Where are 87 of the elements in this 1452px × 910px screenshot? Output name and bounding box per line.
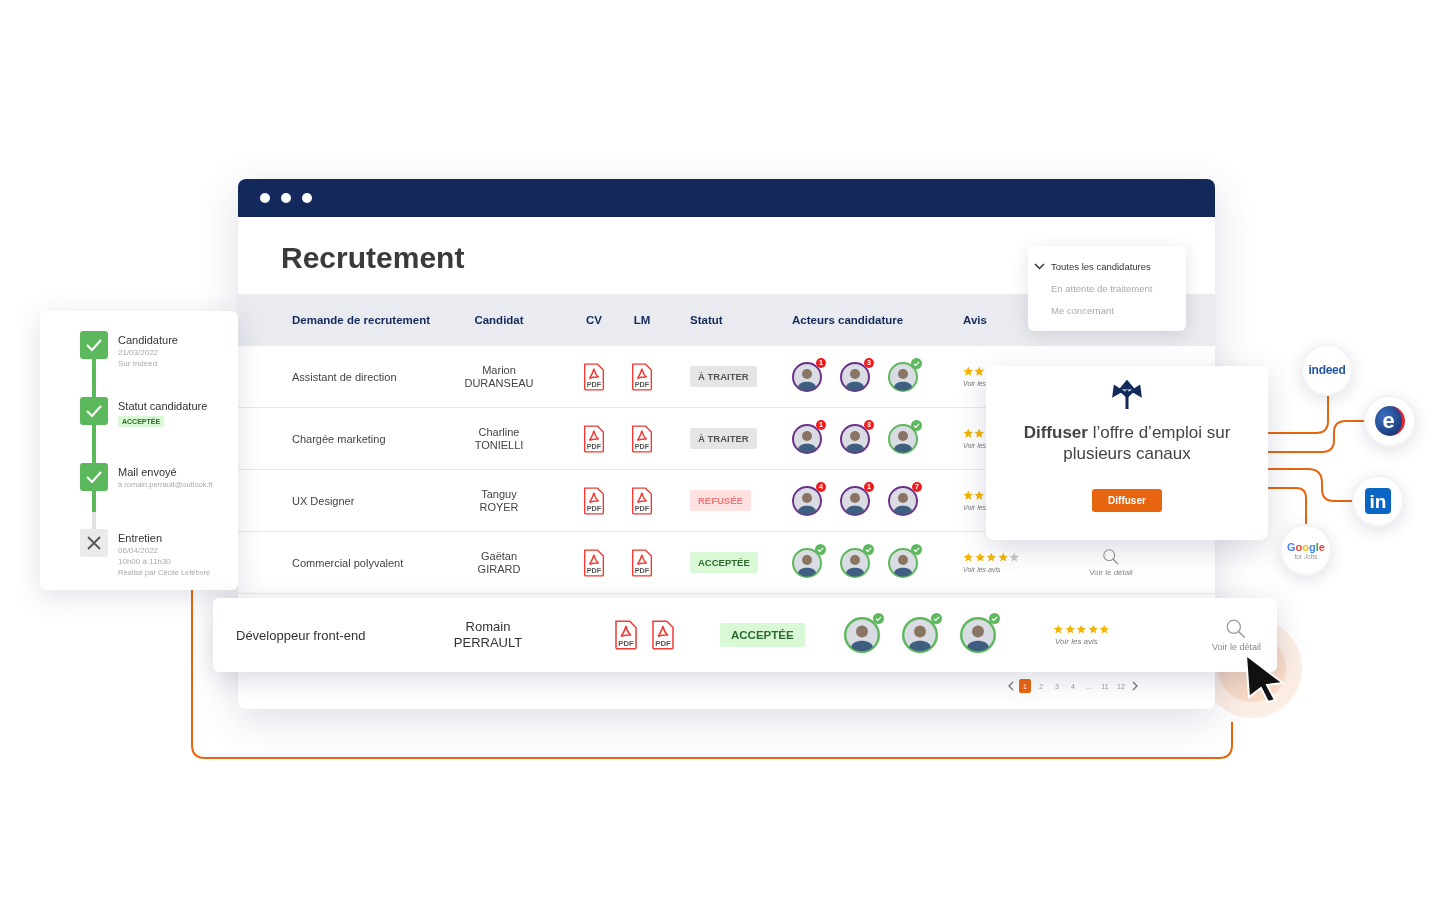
step-title: Candidature [118,334,178,346]
avatar [792,361,822,392]
position-text: Assistant de direction [292,370,398,383]
avatar [840,485,870,516]
channel-logo-circle[interactable]: e [1364,395,1416,447]
linkedin-logo: in [1365,488,1391,514]
filter-option[interactable]: Toutes les candidatures [1034,260,1186,273]
status-tag: ACCEPTÉE [720,623,805,647]
status-tag: À TRAITER [690,366,757,387]
position-text: Commercial polyvalent [292,556,405,569]
star-icon [1009,552,1020,563]
publish-text: Diffuser l’offre d’emploi sur plusieurs canaux [1022,422,1232,464]
avatar [888,361,918,392]
step-title: Statut candidature [118,400,208,412]
close-icon [80,529,108,557]
candidate-name: Marion DURANSEAU [463,363,535,390]
avatar [902,617,938,653]
window-controls-icon [260,193,312,203]
candidate-name: Gaëtan GIRARD [476,549,522,576]
split-arrows-icon [1112,380,1142,410]
avatar [840,423,870,454]
avatar [792,423,822,454]
candidate-name: Tanguy ROYER [478,487,520,514]
avatar [792,547,822,578]
star-icon [963,552,974,563]
check-badge-icon [911,419,922,431]
search-icon [1225,618,1248,640]
page-title: Recrutement [281,241,465,274]
partial-stars-icon [963,428,985,439]
avatar [792,485,822,516]
column-header[interactable]: LM [618,314,666,326]
star-icon [1099,623,1110,635]
check-badge-icon [911,543,922,555]
star-icon [974,552,985,563]
avatar [960,617,996,653]
star-icon [986,552,997,563]
detail-link[interactable]: Voir le détail [1211,618,1277,652]
indeed-logo: indeed [1308,363,1346,377]
channel-logo-circle[interactable]: indeed [1301,344,1353,396]
avatar [840,547,870,578]
next-page-icon[interactable] [1131,681,1139,691]
position-text: UX Designer [292,494,356,507]
chevron-down-icon [1034,263,1045,270]
avatar [888,547,918,578]
check-badge-icon [863,543,874,555]
column-header[interactable]: Statut [666,314,792,326]
star-icon [1087,623,1098,635]
step-detail: 10h00 à 11h30 [118,557,172,566]
star-icon [1076,623,1087,635]
google-logo: Google [1287,540,1325,553]
partial-stars-icon [963,366,985,377]
step-title: Mail envoyé [118,466,178,478]
candidate-name: Romain PERRAULT [452,619,524,651]
step-detail: 06/04/2022 [118,546,160,555]
check-badge-icon [911,357,922,369]
channel-logo-circle[interactable]: in [1352,475,1404,527]
partial-stars-icon [963,490,985,501]
avatar [840,361,870,392]
reviews-link[interactable]: Voir les avis [1053,637,1098,647]
position-text: Chargée marketing [292,432,387,445]
star-icon [997,552,1008,563]
column-header[interactable]: CV [570,314,618,326]
check-badge-icon [815,543,826,555]
star-icon [1053,623,1064,635]
check-badge-icon [989,613,1000,624]
avatar [888,485,918,516]
column-header[interactable]: Demande de recrutement [292,314,452,326]
step-detail: Sur Indeed [118,359,159,368]
candidate-name: Charline TONIELLI [473,425,525,452]
check-badge-icon [931,613,942,624]
column-header[interactable]: Acteurs candidature [792,314,963,326]
search-icon [1102,548,1120,566]
step-title: Entretien [118,532,164,544]
position-text: Développeur front-end [236,627,367,643]
avatar [844,617,880,653]
pole-emploi-logo: e [1375,406,1405,436]
star-icon [1064,623,1075,635]
previous-page-icon[interactable] [1007,681,1015,691]
status-tag: ACCEPTÉE [690,552,758,573]
publish-button[interactable]: Diffuser [1092,489,1162,512]
check-badge-icon [873,613,884,624]
column-header[interactable]: Candidat [452,314,546,326]
status-tag: À TRAITER [690,428,757,449]
detail-link[interactable]: Voir le détail [1073,548,1149,577]
step-detail: 21/03/2022 [118,348,160,357]
status-tag: REFUSÉE [690,490,751,511]
avatar [888,423,918,454]
